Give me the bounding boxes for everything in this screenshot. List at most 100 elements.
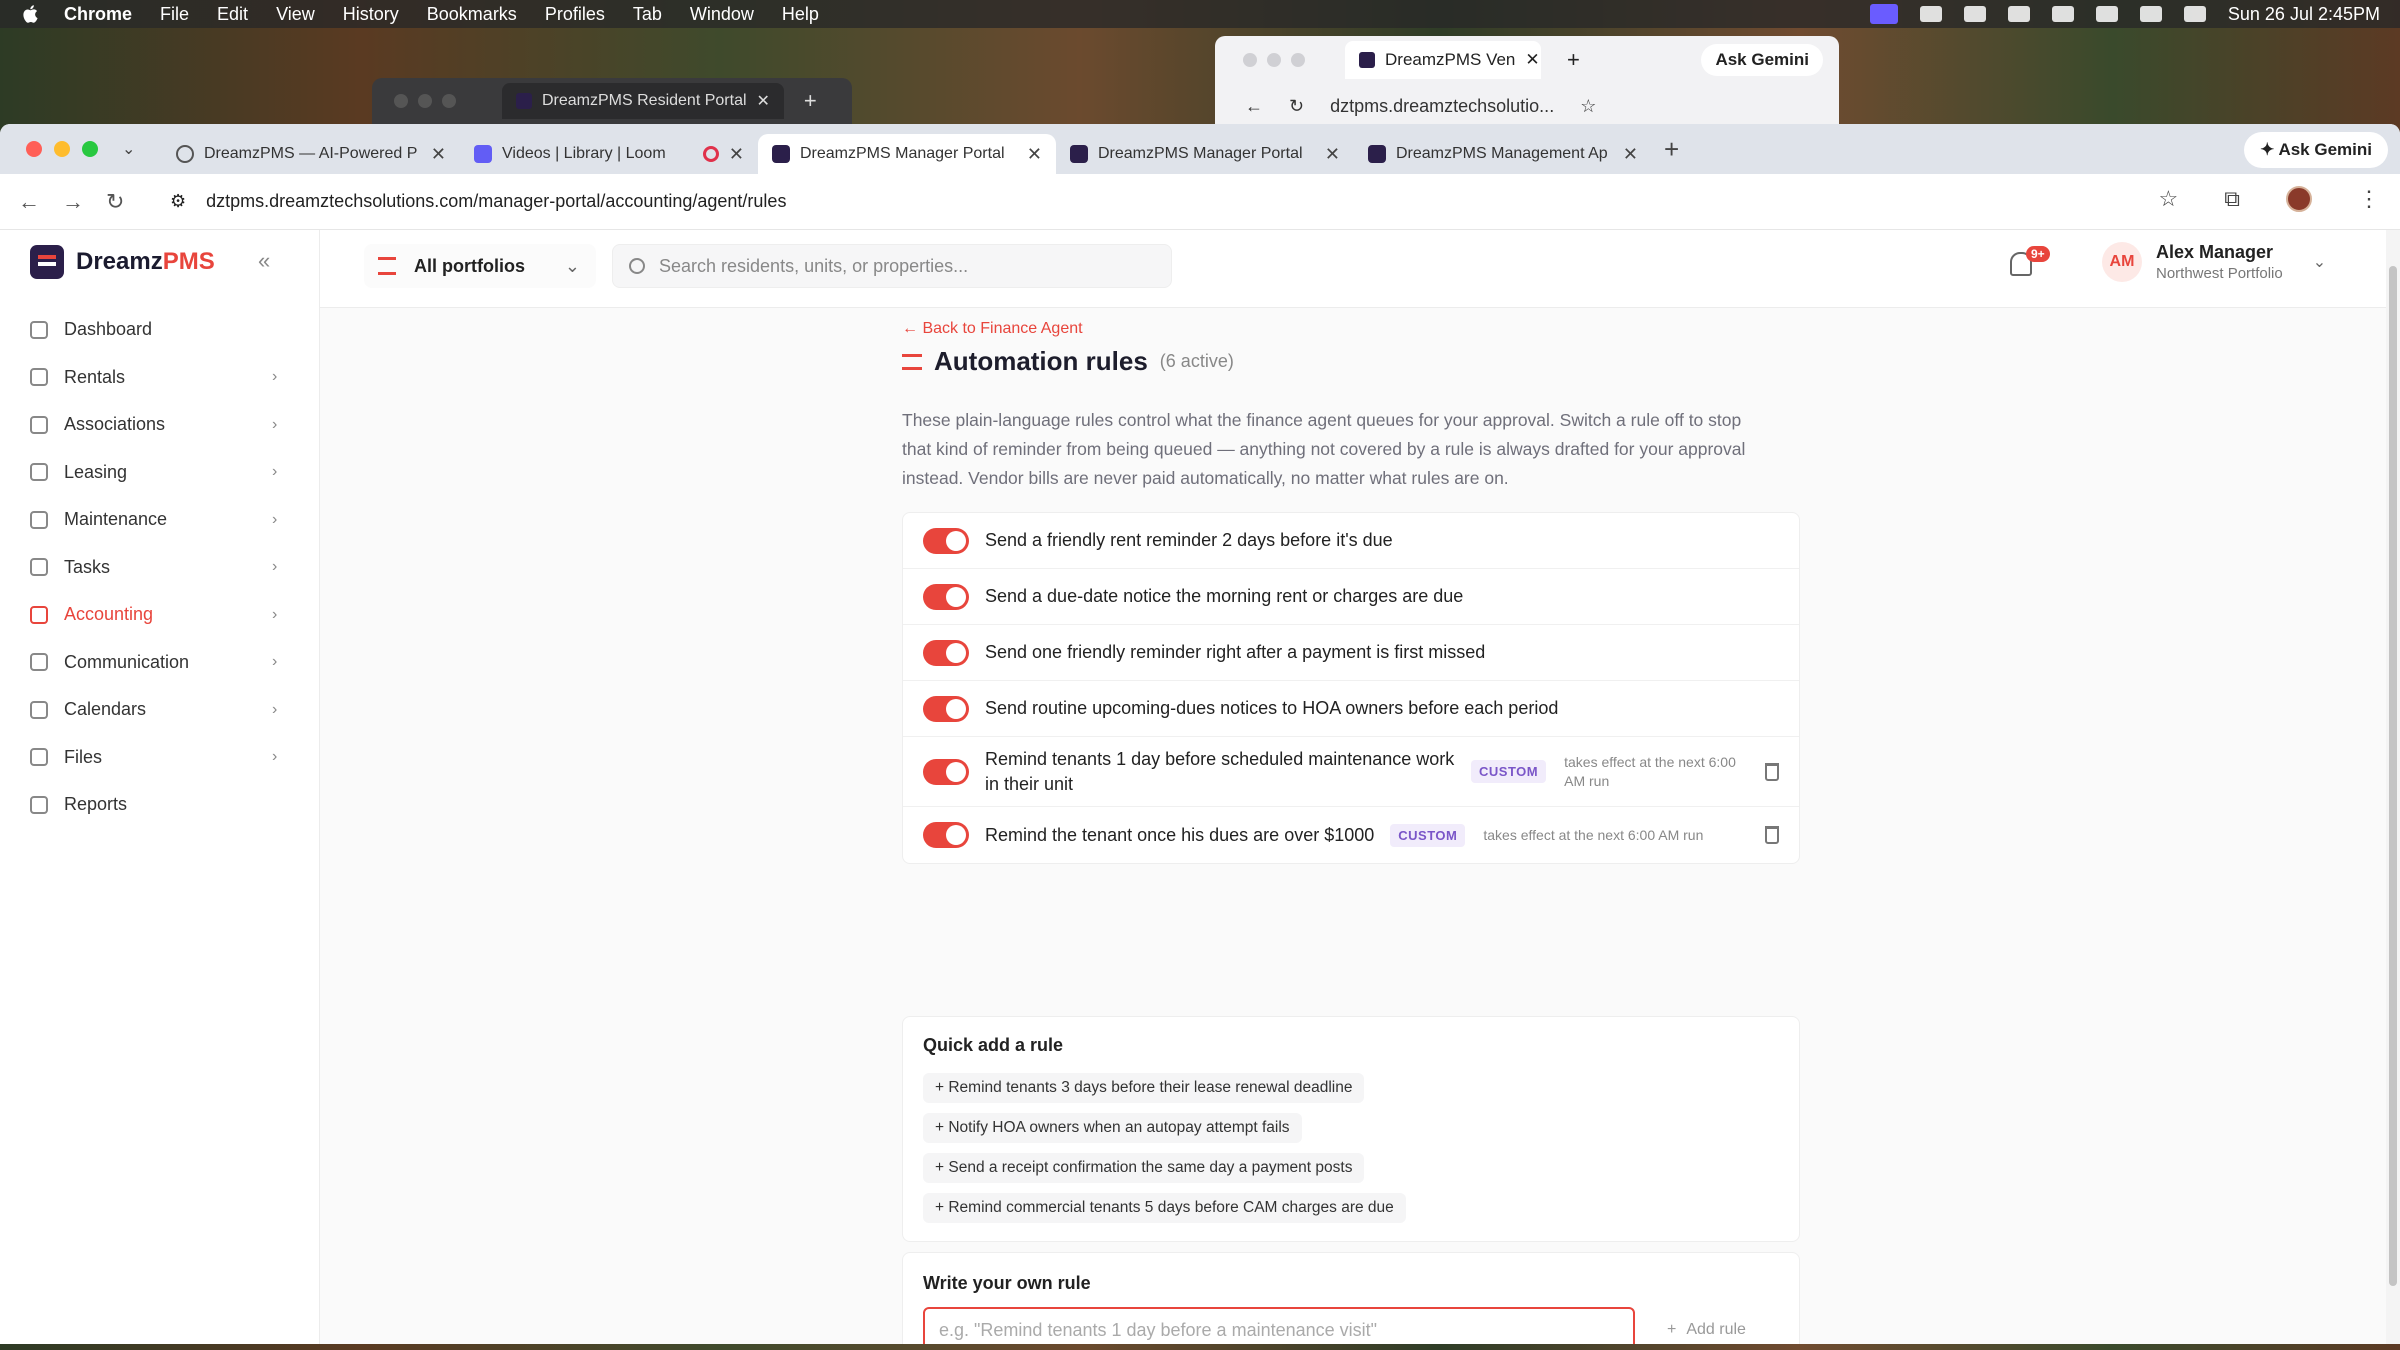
close-icon[interactable]: ✕ <box>1325 144 1340 165</box>
traffic-max[interactable] <box>1291 53 1305 67</box>
sidebar-item-calendars[interactable]: Calendars › <box>0 686 319 734</box>
menu-file[interactable]: File <box>160 4 189 25</box>
collapse-sidebar-icon[interactable]: « <box>258 248 270 274</box>
tab-management-app[interactable]: DreamzPMS Management Ap ✕ <box>1354 134 1652 174</box>
close-icon[interactable]: ✕ <box>431 144 446 165</box>
menubar-clock[interactable]: Sun 26 Jul 2:45PM <box>2228 4 2380 25</box>
add-rule-button[interactable]: + Add rule <box>1651 1309 1762 1344</box>
close-icon[interactable]: ✕ <box>1525 50 1539 70</box>
rule-toggle[interactable] <box>923 527 969 554</box>
reload-icon[interactable]: ↻ <box>1289 96 1304 117</box>
rule-toggle[interactable] <box>923 695 969 722</box>
rule-toggle[interactable] <box>923 639 969 666</box>
sidebar-item-leasing[interactable]: Leasing › <box>0 449 319 497</box>
spotlight-icon[interactable] <box>2095 6 2118 22</box>
back-icon[interactable]: ← <box>18 189 62 215</box>
close-icon[interactable]: ✕ <box>729 144 744 165</box>
quick-add-chip[interactable]: + Remind commercial tenants 5 days befor… <box>923 1193 1406 1223</box>
background-tab-vendor[interactable]: DreamzPMS Ven ✕ <box>1345 41 1541 79</box>
display-icon[interactable] <box>1919 6 1942 22</box>
close-window-button[interactable] <box>26 141 42 157</box>
background-url[interactable]: dztpms.dreamztechsolutio... <box>1330 96 1554 117</box>
control-center-icon[interactable] <box>2139 6 2162 22</box>
wifi-icon[interactable] <box>2051 6 2074 22</box>
menu-bookmarks[interactable]: Bookmarks <box>427 4 517 25</box>
sidebar-item-accounting[interactable]: Accounting › <box>0 591 319 639</box>
extensions-icon[interactable]: ⧉ <box>2224 186 2240 212</box>
custom-rule-input[interactable] <box>923 1307 1635 1344</box>
menu-tab[interactable]: Tab <box>633 4 662 25</box>
maximize-window-button[interactable] <box>82 141 98 157</box>
trash-icon[interactable] <box>1765 762 1779 781</box>
global-search[interactable]: Search residents, units, or properties..… <box>612 244 1172 288</box>
background-window-resident[interactable]: DreamzPMS Resident Portal ✕ + <box>372 78 852 124</box>
minimize-window-button[interactable] <box>54 141 70 157</box>
sidebar-item-files[interactable]: Files › <box>0 734 319 782</box>
menu-history[interactable]: History <box>343 4 399 25</box>
new-tab-icon[interactable]: + <box>804 88 817 114</box>
browser-menu-icon[interactable]: ⋮ <box>2358 186 2380 212</box>
url-text[interactable]: dztpms.dreamztechsolutions.com/manager-p… <box>206 191 786 212</box>
tab-manager-portal-active[interactable]: DreamzPMS Manager Portal ✕ <box>758 134 1056 174</box>
tab-search-chevron-icon[interactable]: ⌄ <box>122 139 152 159</box>
sidebar-item-associations[interactable]: Associations › <box>0 401 319 449</box>
trash-icon[interactable] <box>1765 826 1779 844</box>
sidebar-item-dashboard[interactable]: Dashboard <box>0 306 319 354</box>
menu-help[interactable]: Help <box>782 4 819 25</box>
rule-toggle[interactable] <box>923 583 969 610</box>
user-menu[interactable]: AM Alex Manager Northwest Portfolio ⌄ <box>2102 242 2326 282</box>
menu-app-name[interactable]: Chrome <box>64 4 132 25</box>
menu-view[interactable]: View <box>276 4 315 25</box>
traffic-max[interactable] <box>442 94 456 108</box>
back-to-finance-agent-link[interactable]: ← Back to Finance Agent <box>902 320 1083 338</box>
brand[interactable]: DreamzPMS « <box>0 230 319 294</box>
close-icon[interactable]: ✕ <box>1623 144 1638 165</box>
background-window-vendor[interactable]: DreamzPMS Ven ✕ + Ask Gemini ← ↻ dztpms.… <box>1215 36 1839 128</box>
new-tab-button[interactable]: + <box>1664 134 1679 165</box>
new-tab-icon[interactable]: + <box>1567 47 1580 73</box>
screen-share-icon[interactable] <box>1869 4 1898 24</box>
profile-avatar-icon[interactable] <box>2286 186 2312 212</box>
sidebar-item-communication[interactable]: Communication › <box>0 639 319 687</box>
sidebar-item-reports[interactable]: Reports <box>0 781 319 829</box>
traffic-min[interactable] <box>1267 53 1281 67</box>
background-tab-resident[interactable]: DreamzPMS Resident Portal ✕ <box>502 83 784 119</box>
quick-add-chip[interactable]: + Send a receipt confirmation the same d… <box>923 1153 1365 1183</box>
battery-icon[interactable] <box>2007 6 2030 22</box>
sidebar-item-tasks[interactable]: Tasks › <box>0 544 319 592</box>
ask-gemini-button[interactable]: ✦ Ask Gemini <box>2244 132 2388 168</box>
search-placeholder[interactable]: Search residents, units, or properties..… <box>659 256 968 277</box>
menu-window[interactable]: Window <box>690 4 754 25</box>
traffic-min[interactable] <box>418 94 432 108</box>
browser-toolbar: ← → ↻ ⚙ dztpms.dreamztechsolutions.com/m… <box>0 174 2400 230</box>
sidebar-item-maintenance[interactable]: Maintenance › <box>0 496 319 544</box>
rule-toggle[interactable] <box>923 822 969 848</box>
rule-toggle[interactable] <box>923 758 969 785</box>
sidebar-item-rentals[interactable]: Rentals › <box>0 354 319 402</box>
bookmark-star-icon[interactable]: ☆ <box>2159 186 2179 212</box>
address-bar[interactable]: ⚙ dztpms.dreamztechsolutions.com/manager… <box>170 191 786 212</box>
close-icon[interactable]: ✕ <box>1027 144 1042 165</box>
tab-loom[interactable]: Videos | Library | Loom ✕ <box>460 134 758 174</box>
tab-manager-portal[interactable]: DreamzPMS Manager Portal ✕ <box>1056 134 1354 174</box>
close-icon[interactable]: ✕ <box>757 91 770 111</box>
brightness-icon[interactable] <box>1963 6 1986 22</box>
back-arrow-icon[interactable]: ← <box>1245 96 1263 117</box>
traffic-close[interactable] <box>394 94 408 108</box>
ask-gemini-button[interactable]: Ask Gemini <box>1701 44 1823 76</box>
menu-edit[interactable]: Edit <box>217 4 248 25</box>
forward-icon[interactable]: → <box>62 189 106 215</box>
menu-profiles[interactable]: Profiles <box>545 4 605 25</box>
apple-icon[interactable] <box>20 3 42 25</box>
page-scrollbar[interactable] <box>2386 230 2400 1344</box>
star-icon[interactable]: ☆ <box>1580 96 1596 117</box>
siri-icon[interactable] <box>2183 6 2206 22</box>
traffic-close[interactable] <box>1243 53 1257 67</box>
scrollbar-thumb[interactable] <box>2389 266 2397 1286</box>
quick-add-chip[interactable]: + Notify HOA owners when an autopay atte… <box>923 1113 1302 1143</box>
tab-dreamz-ai[interactable]: DreamzPMS — AI-Powered P ✕ <box>162 134 460 174</box>
quick-add-chip[interactable]: + Remind tenants 3 days before their lea… <box>923 1073 1365 1103</box>
reload-icon[interactable]: ↻ <box>106 189 150 215</box>
site-settings-icon[interactable]: ⚙ <box>170 191 186 212</box>
portfolio-select[interactable]: All portfolios ⌄ <box>364 244 596 288</box>
